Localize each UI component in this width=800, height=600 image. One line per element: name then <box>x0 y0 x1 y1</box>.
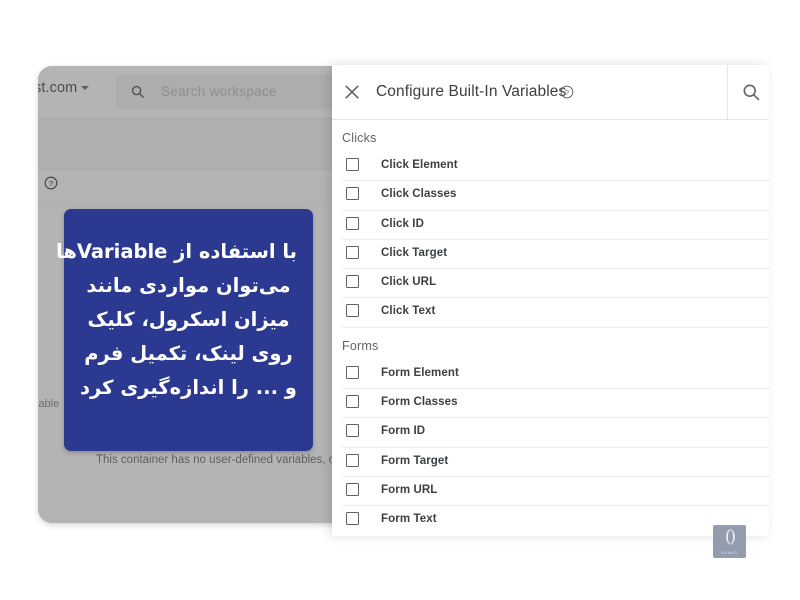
option-row-click-target[interactable]: Click Target <box>342 240 769 270</box>
callout-line-5: و ... را اندازه‌گیری کرد <box>80 376 297 399</box>
variables-section-label: iable <box>38 398 60 410</box>
svg-text:?: ? <box>565 88 569 97</box>
checkbox-form-url[interactable] <box>346 482 359 496</box>
checkbox-click-text[interactable] <box>346 304 359 318</box>
search-icon[interactable] <box>741 82 761 102</box>
callout-line-2: می‌توان مواردی مانند <box>86 274 291 297</box>
option-row-click-classes[interactable]: Click Classes <box>342 181 769 211</box>
account-label: st.com <box>38 80 78 96</box>
persian-callout-box: با استفاده از Variableها می‌توان مواردی … <box>56 209 313 451</box>
configure-built-in-variables-panel: Configure Built-In Variables ? Clicks Cl… <box>332 65 769 536</box>
callout-line-3: میزان اسکرول، کلیک <box>87 308 290 331</box>
double-loop-logo-icon: () NEMUD <box>713 525 746 558</box>
option-row-form-target[interactable]: Form Target <box>342 448 769 477</box>
option-label: Click URL <box>381 276 437 289</box>
panel-header: Configure Built-In Variables ? <box>332 65 769 120</box>
option-label: Form ID <box>381 425 426 438</box>
workspace-band-2 <box>38 176 340 204</box>
checkbox-click-classes[interactable] <box>346 187 359 201</box>
callout-line-4: روی لینک، تکمیل فرم <box>84 342 293 365</box>
workspace-search-placeholder: Search workspace <box>161 84 277 99</box>
checkbox-click-element[interactable] <box>346 158 359 171</box>
option-row-form-text[interactable]: Form Text <box>342 506 769 534</box>
checkbox-click-url[interactable] <box>346 275 359 289</box>
option-label: Form Target <box>381 454 449 467</box>
option-label: Form Element <box>381 366 459 379</box>
option-label: Form Text <box>381 513 437 526</box>
account-selector[interactable]: st.com <box>38 80 90 96</box>
section-title-forms: Forms <box>342 338 379 353</box>
option-label: Click Element <box>381 159 458 171</box>
search-icon <box>131 85 144 98</box>
logo-wordmark: NEMUD <box>721 551 738 555</box>
option-label: Click ID <box>381 217 424 230</box>
checkbox-form-text[interactable] <box>346 512 359 526</box>
option-row-form-id[interactable]: Form ID <box>342 418 769 448</box>
workspace-divider-3 <box>38 206 340 207</box>
checkbox-form-element[interactable] <box>346 365 359 379</box>
checkbox-form-target[interactable] <box>346 453 359 467</box>
checkbox-click-id[interactable] <box>346 216 359 230</box>
option-label: Form Classes <box>381 396 458 409</box>
checkbox-form-classes[interactable] <box>346 395 359 409</box>
checkbox-form-id[interactable] <box>346 424 359 438</box>
option-label: Form URL <box>381 483 438 496</box>
logo-glyph: () <box>724 527 736 547</box>
checkbox-click-target[interactable] <box>346 245 359 259</box>
help-circle-icon[interactable]: ? <box>560 85 574 99</box>
workspace-topbar: st.com Search workspace <box>38 66 340 118</box>
option-row-click-url[interactable]: Click URL <box>342 269 769 299</box>
help-circle-icon[interactable]: ? <box>44 176 58 190</box>
workspace-search-input[interactable]: Search workspace <box>116 75 340 109</box>
empty-state-message: This container has no user-defined varia… <box>96 454 340 466</box>
panel-body[interactable]: Clicks Click Element Click Classes Click… <box>332 120 769 536</box>
option-row-click-id[interactable]: Click ID <box>342 211 769 240</box>
option-label: Click Classes <box>381 188 457 201</box>
chevron-down-icon <box>81 86 90 90</box>
option-row-form-classes[interactable]: Form Classes <box>342 389 769 419</box>
section-title-clicks: Clicks <box>342 131 377 145</box>
svg-text:?: ? <box>49 179 53 188</box>
option-row-click-text[interactable]: Click Text <box>342 298 769 328</box>
option-label: Click Text <box>381 305 436 318</box>
workspace-band-1 <box>38 119 340 169</box>
option-row-form-element[interactable]: Form Element <box>342 360 769 390</box>
option-row-click-element[interactable]: Click Element <box>342 152 769 182</box>
option-row-form-url[interactable]: Form URL <box>342 477 769 507</box>
page-title: Configure Built-In Variables <box>376 83 567 100</box>
option-label: Click Target <box>381 246 448 259</box>
workspace-divider-2 <box>38 169 340 170</box>
close-icon[interactable] <box>342 82 362 102</box>
header-divider <box>727 65 728 119</box>
callout-line-1: با استفاده از Variableها <box>56 240 297 263</box>
